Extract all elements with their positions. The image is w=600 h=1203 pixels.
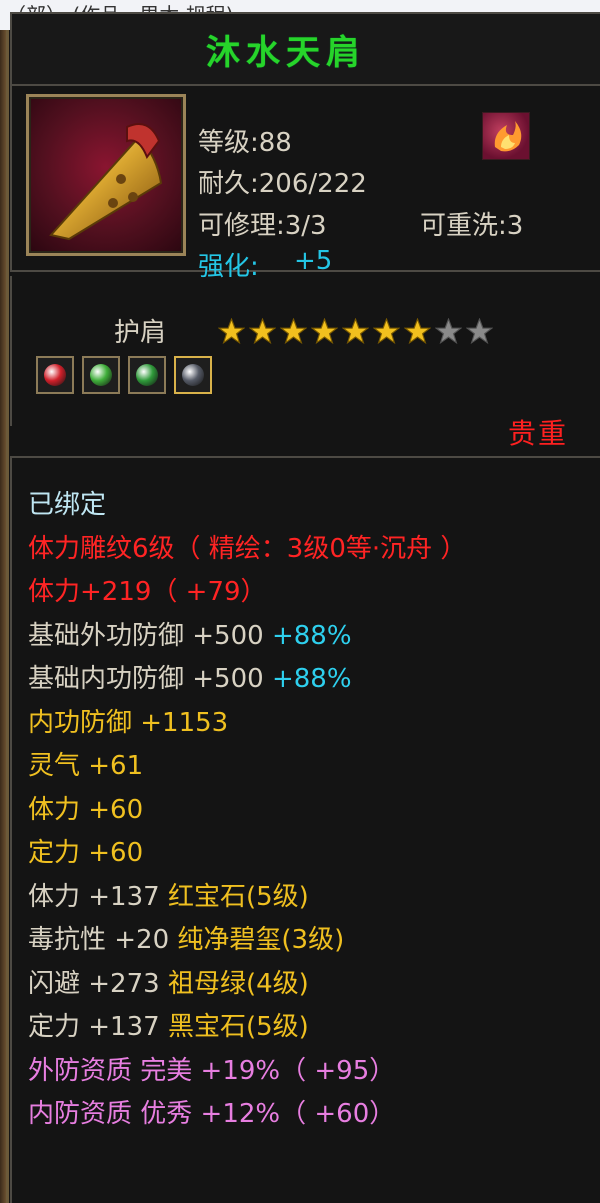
attribute-text: 灵气 +61 [28, 751, 144, 781]
attribute-line: 体力雕纹6级（ 精绘：3级0等·沉舟 ） [28, 528, 466, 572]
attribute-text: +88% [271, 620, 352, 651]
attribute-line: 定力 +60 [28, 832, 466, 876]
star-empty-icon [435, 318, 462, 345]
attribute-line: 体力 +60 [28, 789, 466, 833]
item-enhance-value: +5 [294, 246, 333, 276]
attribute-text: 外防资质 完美 +19%（ +95） [28, 1055, 396, 1086]
attribute-text: 黑宝石(5级) [167, 1012, 309, 1042]
attribute-line: 外防资质 完美 +19%（ +95） [28, 1050, 466, 1094]
star-filled-icon [218, 318, 245, 345]
gem-core [182, 364, 204, 386]
star-filled-icon [280, 318, 307, 345]
item-level: 等级:88 [198, 128, 292, 158]
attribute-line: 灵气 +61 [28, 745, 466, 789]
attribute-text: 纯净碧玺(3级) [177, 925, 345, 955]
attribute-text: 内功防御 +1153 [28, 707, 229, 738]
attribute-line: 定力 +137 黑宝石(5级) [28, 1006, 466, 1050]
attribute-line: 闪避 +273 祖母绿(4级) [28, 963, 466, 1007]
attribute-text: 定力 +60 [28, 838, 144, 868]
attribute-text: 体力+219（ +79） [28, 577, 267, 607]
attribute-line: 体力 +137 红宝石(5级) [28, 876, 466, 920]
green-jade-gem-icon[interactable] [128, 356, 166, 394]
attribute-text: 祖母绿(4级) [167, 968, 309, 999]
attribute-text: 红宝石(5级) [167, 881, 309, 912]
black-gem-icon[interactable] [174, 356, 212, 394]
star-filled-icon [373, 318, 400, 345]
item-repair-count: 可修理:3/3 [198, 211, 327, 241]
attribute-text: 定力 +137 [28, 1012, 168, 1042]
item-info-box: 等级:88 耐久:206/222 可修理:3/3 可重洗:3 强化: +5 [10, 86, 600, 282]
attribute-text: 体力 +60 [28, 794, 144, 825]
flame-skill-icon[interactable] [482, 112, 530, 160]
item-rewash-count: 可重洗:3 [420, 211, 524, 241]
attribute-text: 基础内功防御 +500 [28, 664, 272, 694]
gem-core [44, 364, 66, 386]
attribute-line: 基础内功防御 +500 +88% [28, 658, 466, 702]
red-gem-icon[interactable] [36, 356, 74, 394]
item-rarity: 贵重 [507, 417, 568, 450]
attribute-text: 毒抗性 +20 [28, 925, 178, 955]
attribute-list: 已绑定体力雕纹6级（ 精绘：3级0等·沉舟 ） 体力+219（ +79） 基础外功防… [28, 484, 466, 1137]
attribute-text: 闪避 +273 [28, 968, 168, 999]
attribute-line: 体力+219（ +79） [28, 571, 466, 615]
star-filled-icon [342, 318, 369, 345]
attribute-text: +88% [271, 664, 352, 694]
item-slot-type: 护肩 [114, 318, 167, 348]
gem-core [136, 364, 158, 386]
attribute-text: 体力雕纹6级（ 精绘：3级0等·沉舟 ） [28, 533, 467, 564]
attribute-line: 内防资质 优秀 +12%（ +60） [28, 1093, 466, 1137]
gem-sockets [36, 356, 220, 394]
item-slot-section [10, 276, 600, 426]
attribute-line: 内功防御 +1153 [28, 702, 466, 746]
attribute-text: 体力 +137 [28, 881, 168, 912]
item-title-bar: 沐水天肩 [10, 12, 600, 86]
golden-shoulder-pad-icon[interactable] [26, 94, 186, 256]
star-filled-icon [311, 318, 338, 345]
attribute-line: 毒抗性 +20 纯净碧玺(3级) [28, 919, 466, 963]
item-durability: 耐久:206/222 [198, 169, 367, 199]
attribute-line: 基础外功防御 +500 +88% [28, 615, 466, 659]
star-empty-icon [466, 318, 493, 345]
star-rating [218, 318, 497, 346]
attribute-text: 基础外功防御 +500 [28, 620, 272, 651]
attribute-text: 内防资质 优秀 +12%（ +60） [28, 1099, 396, 1129]
star-filled-icon [404, 318, 431, 345]
star-filled-icon [249, 318, 276, 345]
attribute-text: 已绑定 [28, 490, 107, 520]
green-gem-icon[interactable] [82, 356, 120, 394]
attribute-line: 已绑定 [28, 484, 466, 528]
item-name: 沐水天肩 [206, 32, 366, 73]
gem-core [90, 364, 112, 386]
